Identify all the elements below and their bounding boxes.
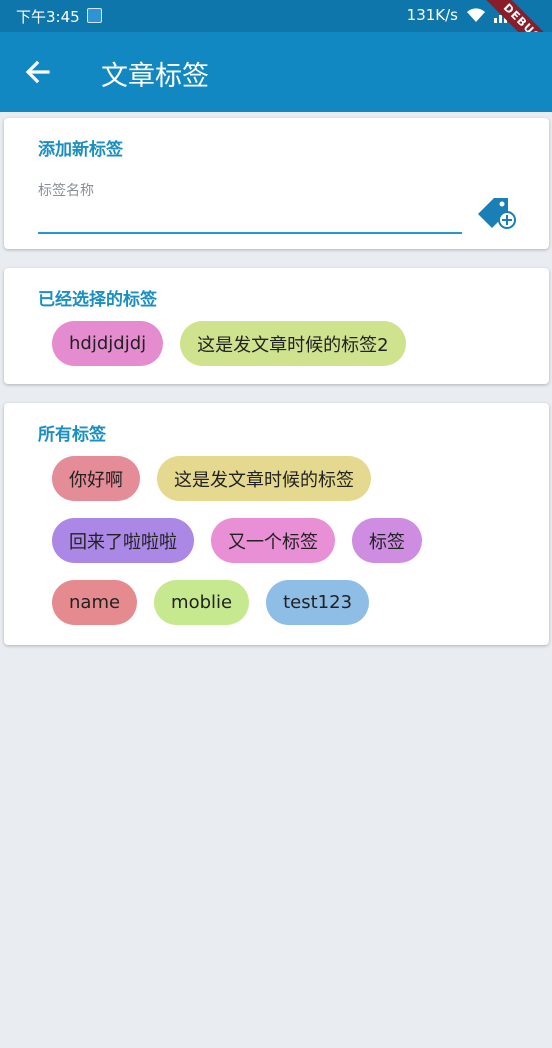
add-tag-card: 添加新标签 标签名称	[4, 118, 549, 249]
all-tags-card: 所有标签 你好啊 这是发文章时候的标签回来了啦啦啦 又一个标签 标签 name mobli…	[4, 403, 549, 645]
add-tag-title: 添加新标签	[38, 140, 123, 160]
tag-chip[interactable]: 你好啊	[52, 456, 140, 501]
wifi-icon	[467, 8, 485, 22]
app-bar: 文章标签	[0, 32, 552, 112]
selected-tags-list: hdjdjdjdj 这是发文章时候的标签2	[52, 321, 522, 366]
status-time: 下午3:45	[16, 8, 80, 26]
tag-chip[interactable]: 回来了啦啦啦	[52, 518, 194, 563]
tag-chip[interactable]: 又一个标签	[211, 518, 335, 563]
selected-tag-chip[interactable]: 这是发文章时候的标签2	[180, 321, 406, 366]
tag-add-icon	[478, 198, 516, 229]
selected-tags-title: 已经选择的标签	[38, 290, 157, 310]
tag-chip[interactable]: 标签	[352, 518, 422, 563]
network-speed: 131K/s	[406, 6, 458, 24]
tag-name-input[interactable]	[38, 202, 466, 234]
tag-chip[interactable]: 这是发文章时候的标签	[157, 456, 371, 501]
all-tags-title: 所有标签	[38, 425, 106, 445]
all-tags-list: 你好啊 这是发文章时候的标签回来了啦啦啦 又一个标签 标签 name moblie test…	[52, 456, 522, 625]
tag-chip[interactable]: moblie	[154, 580, 250, 625]
tag-chip[interactable]: test123	[266, 580, 370, 625]
arrow-back-icon	[25, 60, 50, 84]
notification-icon	[87, 8, 102, 23]
tag-name-underline	[38, 232, 462, 234]
add-tag-button[interactable]	[476, 192, 518, 232]
selected-tags-card: 已经选择的标签 hdjdjdjdj 这是发文章时候的标签2	[4, 268, 549, 384]
selected-tag-chip[interactable]: hdjdjdjdj	[52, 321, 164, 366]
tag-name-label: 标签名称	[38, 183, 94, 199]
back-button[interactable]	[20, 54, 56, 90]
status-bar: 下午3:45 131K/s DEBUG	[0, 0, 552, 71]
page-title: 文章标签	[101, 61, 209, 92]
tag-chip[interactable]: name	[52, 580, 138, 625]
